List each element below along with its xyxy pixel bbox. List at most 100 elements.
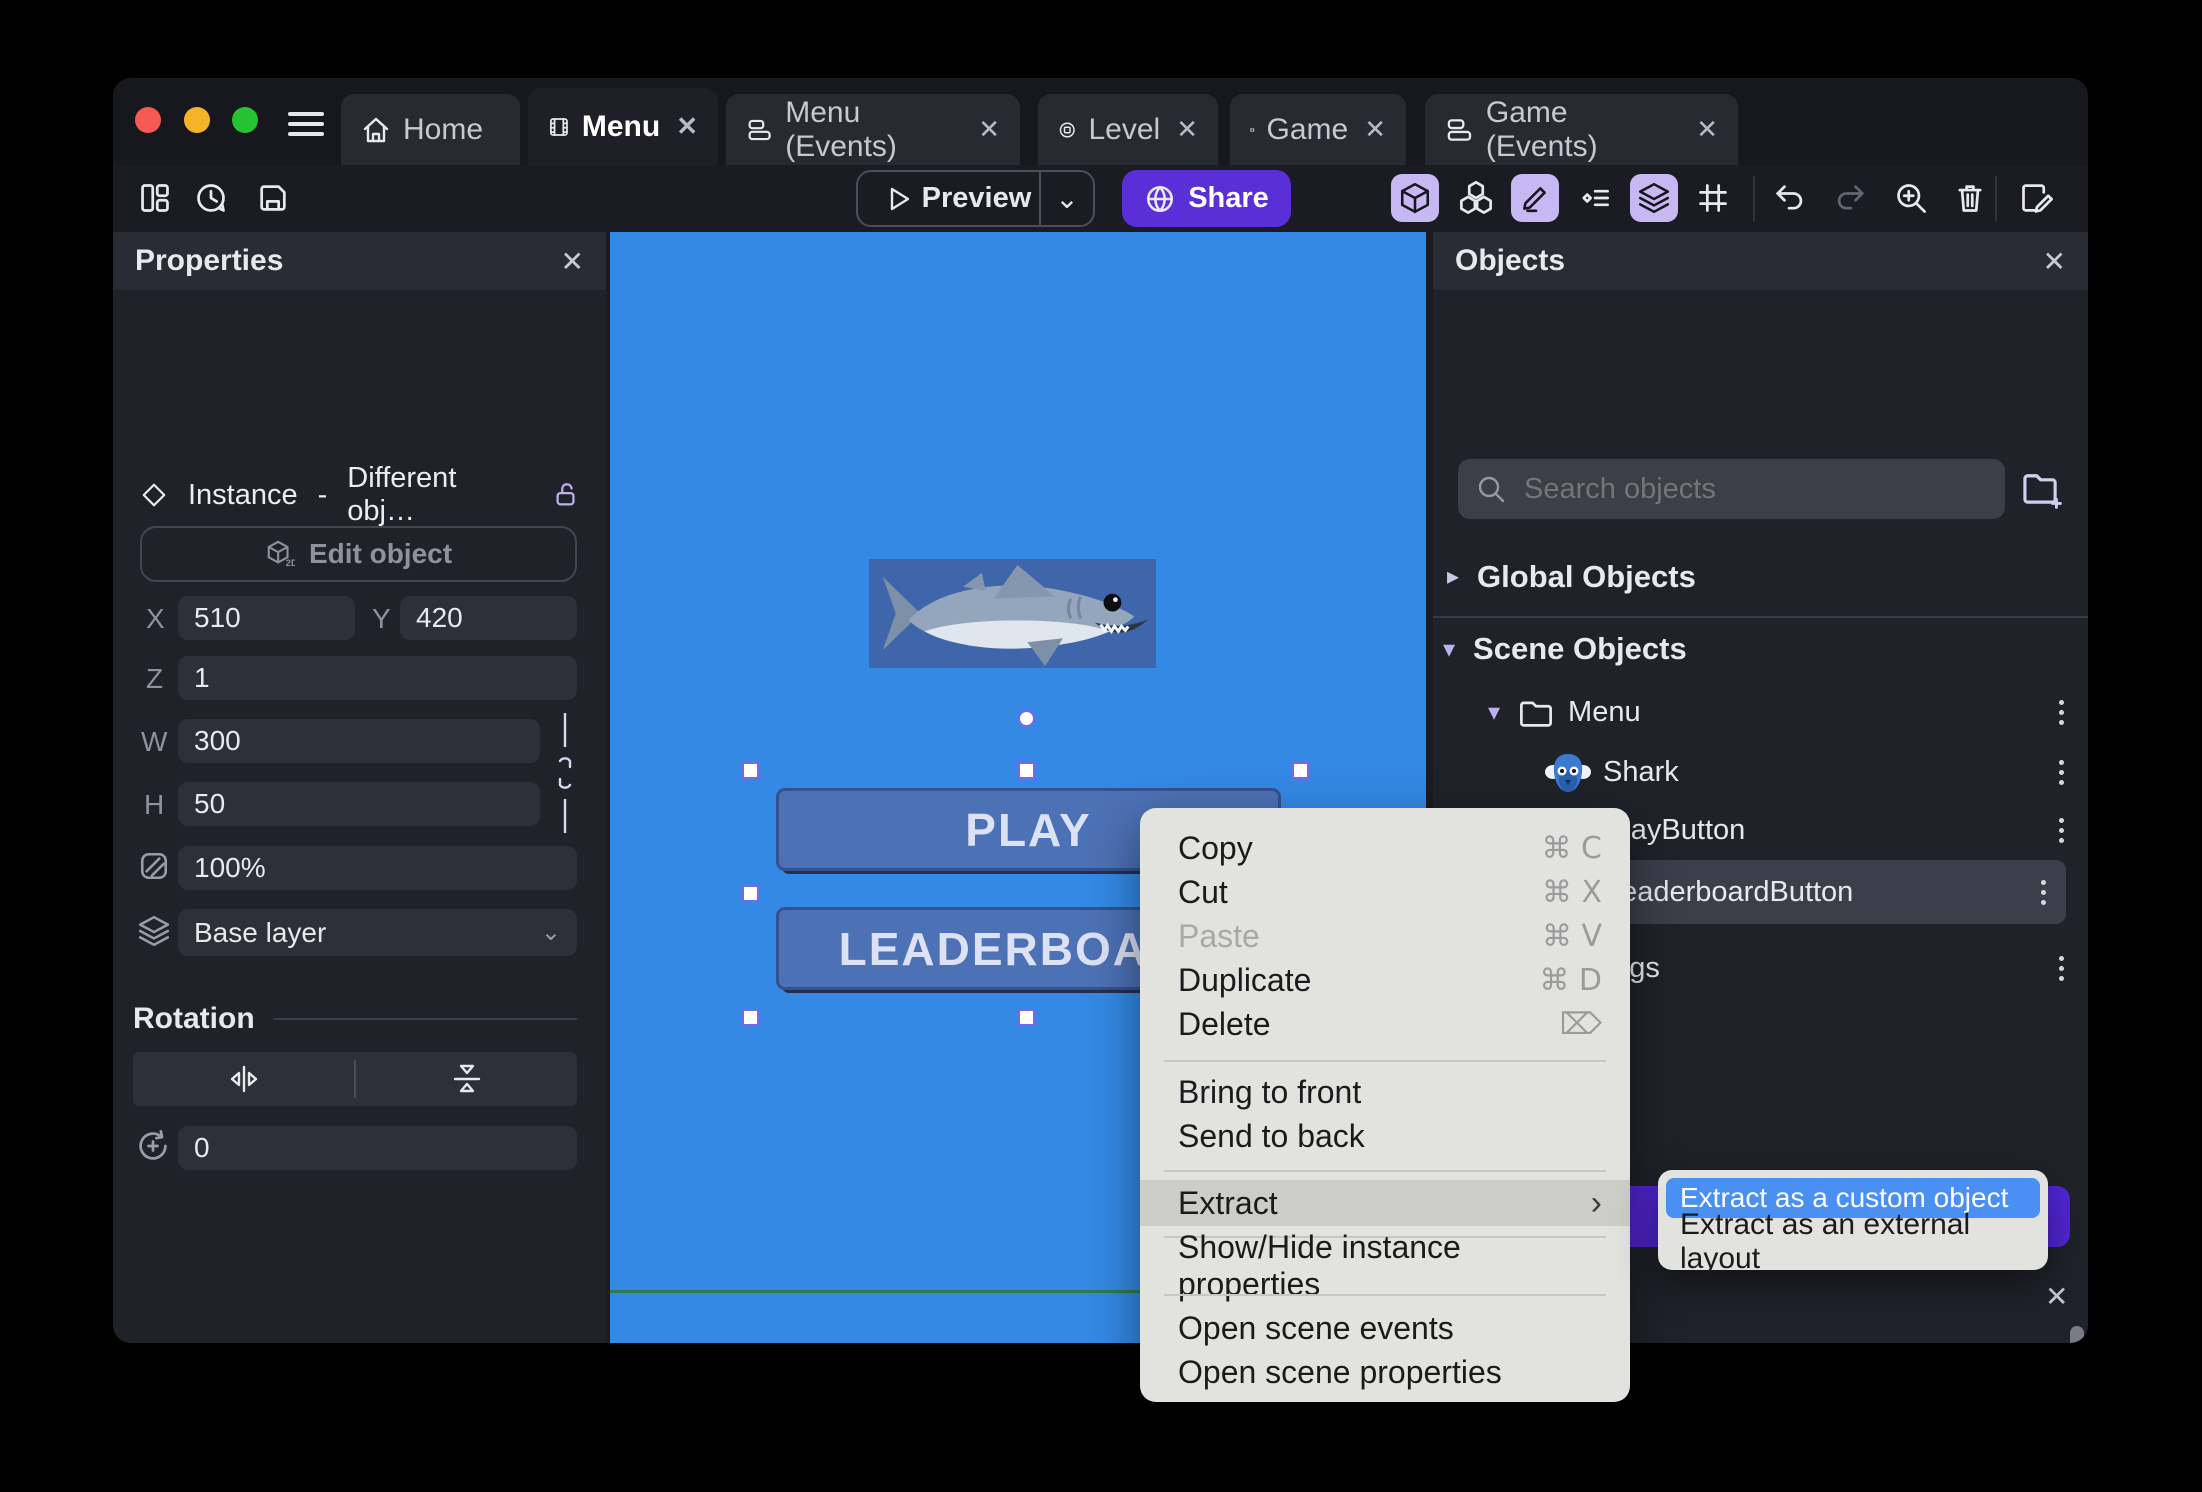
hamburger-menu-icon[interactable] — [288, 106, 324, 142]
zoom-in-button[interactable] — [1887, 174, 1935, 222]
preview-dropdown-chevron-icon[interactable]: ⌄ — [1041, 182, 1093, 215]
tab-close-icon[interactable]: ✕ — [676, 111, 698, 142]
tab-game[interactable]: Game ✕ — [1230, 94, 1406, 165]
objects-panel-toggle-button[interactable] — [1391, 174, 1439, 222]
selection-handle-bottom-left[interactable] — [742, 1009, 759, 1026]
tab-close-icon[interactable]: ✕ — [1696, 114, 1718, 145]
kebab-menu-icon[interactable] — [2041, 875, 2046, 910]
panels-layout-button[interactable] — [131, 174, 179, 222]
tree-folder-label: Menu — [1568, 696, 1641, 728]
undo-button[interactable] — [1765, 174, 1813, 222]
tab-level[interactable]: Level ✕ — [1038, 94, 1218, 165]
toolbar-divider — [1753, 176, 1755, 221]
tree-folder-menu[interactable]: ▾ Menu — [1433, 686, 2088, 739]
selection-handle-top-left[interactable] — [742, 762, 759, 779]
traffic-light-zoom[interactable] — [232, 107, 258, 133]
menu-item-label: Cut — [1178, 873, 1228, 910]
menu-item-extract[interactable]: Extract › — [1140, 1180, 1630, 1226]
menu-item-show-hide-instance-properties[interactable]: Show/Hide instance properties — [1140, 1229, 1630, 1302]
menu-item-cut[interactable]: Cut ⌘ X — [1140, 870, 1630, 914]
y-input[interactable] — [400, 596, 577, 640]
instances-list-button[interactable] — [1570, 174, 1618, 222]
close-icon[interactable]: ✕ — [2045, 1280, 2068, 1313]
selection-handle-mid-left[interactable] — [742, 885, 759, 902]
layer-select[interactable]: Base layer ⌄ — [178, 909, 577, 956]
menu-item-bring-to-front[interactable]: Bring to front — [1140, 1070, 1630, 1114]
tab-close-icon[interactable]: ✕ — [1364, 114, 1386, 145]
selection-handle-top-center[interactable] — [1018, 762, 1035, 779]
submenu-arrow-icon: › — [1590, 1183, 1602, 1222]
tree-item-shark[interactable]: Shark — [1433, 746, 2088, 799]
add-folder-icon[interactable] — [2021, 468, 2063, 510]
shark-instance[interactable] — [869, 559, 1156, 668]
close-icon[interactable]: ✕ — [561, 245, 584, 278]
tab-menu[interactable]: Menu ✕ — [528, 88, 718, 165]
z-input[interactable] — [178, 656, 577, 700]
kebab-menu-icon[interactable] — [2059, 951, 2064, 986]
selection-rotate-handle[interactable] — [1018, 710, 1035, 727]
folder-icon — [1520, 701, 1553, 727]
link-wh-icon[interactable] — [553, 713, 577, 833]
menu-item-open-scene-properties[interactable]: Open scene properties — [1140, 1350, 1630, 1394]
traffic-light-minimize[interactable] — [184, 107, 210, 133]
menu-item-copy[interactable]: Copy ⌘ C — [1140, 826, 1630, 870]
instances-list-icon — [1582, 189, 1609, 207]
scrollbar-thumb[interactable] — [2070, 1326, 2084, 1343]
global-objects-section[interactable]: ▸ Global Objects — [1447, 554, 2067, 599]
history-clock-icon — [197, 184, 225, 212]
kebab-menu-icon[interactable] — [2059, 813, 2064, 848]
menu-item-label: Open scene properties — [1178, 1353, 1502, 1390]
menu-item-label: Duplicate — [1178, 961, 1312, 998]
edit-object-button[interactable]: 2D Edit object — [140, 526, 577, 582]
layers-panel-toggle-button[interactable] — [1630, 174, 1678, 222]
objects-panel-header: Objects ✕ — [1433, 232, 2088, 290]
edit-scene-properties-button[interactable] — [2013, 174, 2061, 222]
close-icon[interactable]: ✕ — [2043, 245, 2066, 278]
global-objects-label: Global Objects — [1477, 558, 1696, 594]
menu-item-send-to-back[interactable]: Send to back — [1140, 1114, 1630, 1158]
submenu-item-extract-external-layout[interactable]: Extract as an external layout — [1666, 1208, 2040, 1275]
search-input[interactable] — [1522, 471, 1966, 507]
x-label: X — [146, 603, 165, 634]
selection-handle-top-right[interactable] — [1292, 762, 1309, 779]
flip-vertical-button[interactable] — [356, 1052, 577, 1106]
selection-handle-bottom-center[interactable] — [1018, 1009, 1035, 1026]
w-input[interactable] — [178, 719, 540, 763]
kebab-menu-icon[interactable] — [2059, 755, 2064, 790]
history-button[interactable] — [187, 174, 235, 222]
tab-close-icon[interactable]: ✕ — [1176, 114, 1198, 145]
redo-button[interactable] — [1827, 174, 1875, 222]
traffic-light-close[interactable] — [135, 107, 161, 133]
opacity-input[interactable] — [178, 846, 577, 890]
zoom-in-icon — [1897, 184, 1926, 213]
grid-toggle-button[interactable] — [1689, 174, 1737, 222]
kebab-menu-icon[interactable] — [2059, 695, 2064, 730]
share-button[interactable]: Share — [1122, 170, 1291, 227]
rotation-input[interactable] — [178, 1126, 577, 1170]
edit-mode-button[interactable] — [1511, 174, 1559, 222]
scene-objects-section[interactable]: ▾ Scene Objects — [1443, 626, 2073, 672]
pencil-icon — [1523, 187, 1546, 213]
tab-menu-events[interactable]: Menu (Events) ✕ — [726, 94, 1020, 165]
delete-button[interactable] — [1946, 174, 1994, 222]
menu-item-open-scene-events[interactable]: Open scene events — [1140, 1306, 1630, 1350]
flip-horizontal-button[interactable] — [133, 1052, 354, 1106]
tab-label: Menu (Events) — [785, 95, 897, 163]
tab-game-events[interactable]: Game (Events) ✕ — [1425, 94, 1738, 165]
unlock-icon[interactable] — [552, 481, 580, 509]
search-box[interactable] — [1458, 459, 2005, 519]
preview-button[interactable]: Preview ⌄ — [856, 170, 1095, 227]
tab-close-icon[interactable]: ✕ — [978, 114, 1000, 145]
tab-home[interactable]: Home — [341, 94, 520, 165]
scene-film-icon — [550, 117, 568, 136]
menu-item-label: Extract — [1178, 1184, 1278, 1221]
x-input[interactable] — [178, 596, 355, 640]
h-input[interactable] — [178, 782, 540, 826]
save-button[interactable] — [249, 174, 297, 222]
rotation-section-header: Rotation — [133, 1002, 577, 1036]
object-groups-button[interactable] — [1452, 174, 1500, 222]
menu-item-delete[interactable]: Delete ⌦ — [1140, 1002, 1630, 1046]
menu-item-duplicate[interactable]: Duplicate ⌘ D — [1140, 958, 1630, 1002]
app-window: Home Menu ✕ Menu (Events) ✕ Level ✕ Game… — [113, 78, 2088, 1343]
w-label: W — [141, 726, 168, 757]
